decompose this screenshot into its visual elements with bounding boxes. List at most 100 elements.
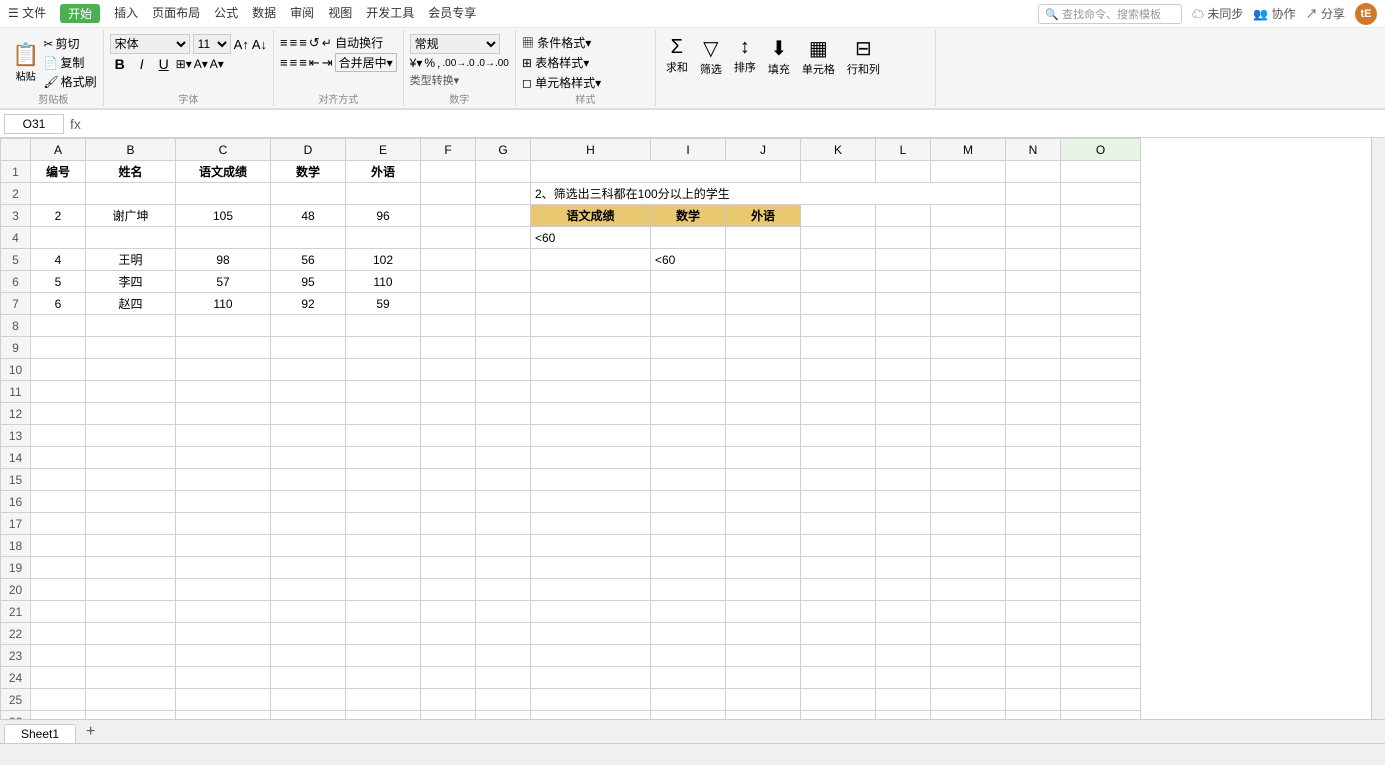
table-cell[interactable] bbox=[531, 271, 651, 293]
table-cell[interactable] bbox=[421, 293, 476, 315]
underline-button[interactable]: U bbox=[154, 56, 174, 72]
table-cell[interactable] bbox=[876, 689, 931, 711]
table-cell[interactable] bbox=[271, 403, 346, 425]
italic-button[interactable]: I bbox=[132, 56, 152, 72]
table-cell[interactable] bbox=[726, 315, 801, 337]
table-cell[interactable] bbox=[801, 227, 876, 249]
table-cell[interactable] bbox=[651, 689, 726, 711]
table-cell[interactable] bbox=[1006, 271, 1061, 293]
font-size-select[interactable]: 11 bbox=[193, 34, 231, 54]
table-cell[interactable] bbox=[271, 337, 346, 359]
table-cell[interactable] bbox=[726, 667, 801, 689]
table-cell[interactable] bbox=[531, 579, 651, 601]
table-cell[interactable] bbox=[801, 579, 876, 601]
table-cell[interactable] bbox=[1061, 469, 1141, 491]
table-cell[interactable] bbox=[726, 447, 801, 469]
table-cell[interactable] bbox=[176, 359, 271, 381]
table-cell[interactable]: 2 bbox=[31, 205, 86, 227]
table-cell[interactable] bbox=[531, 425, 651, 447]
menu-insert[interactable]: 插入 bbox=[114, 4, 138, 23]
table-cell[interactable] bbox=[651, 513, 726, 535]
table-cell[interactable] bbox=[931, 227, 1006, 249]
table-cell[interactable] bbox=[651, 469, 726, 491]
table-cell[interactable] bbox=[1061, 227, 1141, 249]
table-cell[interactable] bbox=[421, 469, 476, 491]
table-cell[interactable] bbox=[176, 579, 271, 601]
table-cell[interactable] bbox=[931, 535, 1006, 557]
table-cell[interactable] bbox=[31, 667, 86, 689]
table-cell[interactable] bbox=[476, 645, 531, 667]
table-cell[interactable] bbox=[931, 403, 1006, 425]
table-cell[interactable]: 92 bbox=[271, 293, 346, 315]
table-cell[interactable] bbox=[476, 711, 531, 720]
table-cell[interactable]: 48 bbox=[271, 205, 346, 227]
table-cell[interactable] bbox=[726, 711, 801, 720]
table-cell[interactable] bbox=[531, 403, 651, 425]
table-cell[interactable] bbox=[531, 491, 651, 513]
row-header[interactable]: 21 bbox=[1, 601, 31, 623]
row-header[interactable]: 23 bbox=[1, 645, 31, 667]
table-cell[interactable] bbox=[651, 337, 726, 359]
table-cell[interactable] bbox=[176, 469, 271, 491]
table-cell[interactable] bbox=[421, 337, 476, 359]
table-cell[interactable] bbox=[876, 359, 931, 381]
col-header-H[interactable]: H bbox=[531, 139, 651, 161]
table-cell[interactable] bbox=[801, 513, 876, 535]
table-cell[interactable] bbox=[31, 403, 86, 425]
table-cell[interactable] bbox=[86, 557, 176, 579]
table-cell[interactable]: 赵四 bbox=[86, 293, 176, 315]
table-cell[interactable] bbox=[31, 183, 86, 205]
table-cell[interactable] bbox=[726, 469, 801, 491]
table-cell[interactable] bbox=[531, 601, 651, 623]
table-cell[interactable] bbox=[726, 557, 801, 579]
table-cell[interactable] bbox=[1006, 249, 1061, 271]
table-cell[interactable] bbox=[1006, 557, 1061, 579]
table-cell[interactable] bbox=[421, 359, 476, 381]
table-cell[interactable] bbox=[476, 337, 531, 359]
table-cell[interactable] bbox=[86, 447, 176, 469]
table-cell[interactable] bbox=[271, 315, 346, 337]
table-cell[interactable] bbox=[1006, 293, 1061, 315]
table-cell[interactable] bbox=[176, 491, 271, 513]
align-left-button[interactable]: ≡ bbox=[280, 55, 288, 70]
table-cell[interactable] bbox=[271, 689, 346, 711]
table-cell[interactable] bbox=[271, 359, 346, 381]
table-cell[interactable] bbox=[421, 271, 476, 293]
row-header[interactable]: 20 bbox=[1, 579, 31, 601]
table-cell[interactable] bbox=[876, 513, 931, 535]
table-cell[interactable] bbox=[801, 535, 876, 557]
table-cell[interactable] bbox=[1006, 711, 1061, 720]
table-cell[interactable] bbox=[931, 623, 1006, 645]
col-header-A[interactable]: A bbox=[31, 139, 86, 161]
table-cell[interactable] bbox=[931, 513, 1006, 535]
row-header[interactable]: 9 bbox=[1, 337, 31, 359]
table-cell[interactable] bbox=[931, 557, 1006, 579]
table-cell[interactable]: 外语 bbox=[726, 205, 801, 227]
table-cell[interactable] bbox=[1061, 645, 1141, 667]
table-cell[interactable] bbox=[726, 645, 801, 667]
table-cell[interactable] bbox=[1061, 513, 1141, 535]
table-cell[interactable] bbox=[346, 359, 421, 381]
table-cell[interactable] bbox=[531, 689, 651, 711]
table-cell[interactable] bbox=[176, 337, 271, 359]
formula-input[interactable] bbox=[87, 117, 1381, 131]
table-cell[interactable] bbox=[931, 425, 1006, 447]
table-cell[interactable] bbox=[176, 535, 271, 557]
table-cell[interactable] bbox=[86, 667, 176, 689]
table-cell[interactable] bbox=[876, 535, 931, 557]
table-cell[interactable] bbox=[931, 491, 1006, 513]
table-cell[interactable]: 外语 bbox=[346, 161, 421, 183]
row-header[interactable]: 8 bbox=[1, 315, 31, 337]
table-cell[interactable] bbox=[86, 579, 176, 601]
table-cell[interactable] bbox=[726, 403, 801, 425]
table-cell[interactable] bbox=[421, 579, 476, 601]
table-cell[interactable] bbox=[651, 579, 726, 601]
menu-dev[interactable]: 开发工具 bbox=[366, 4, 414, 23]
table-cell[interactable] bbox=[931, 205, 1006, 227]
table-cell[interactable] bbox=[176, 623, 271, 645]
table-cell[interactable] bbox=[1006, 513, 1061, 535]
table-cell[interactable] bbox=[726, 491, 801, 513]
table-cell[interactable] bbox=[1006, 645, 1061, 667]
table-cell[interactable] bbox=[476, 161, 531, 183]
table-cell[interactable] bbox=[931, 601, 1006, 623]
